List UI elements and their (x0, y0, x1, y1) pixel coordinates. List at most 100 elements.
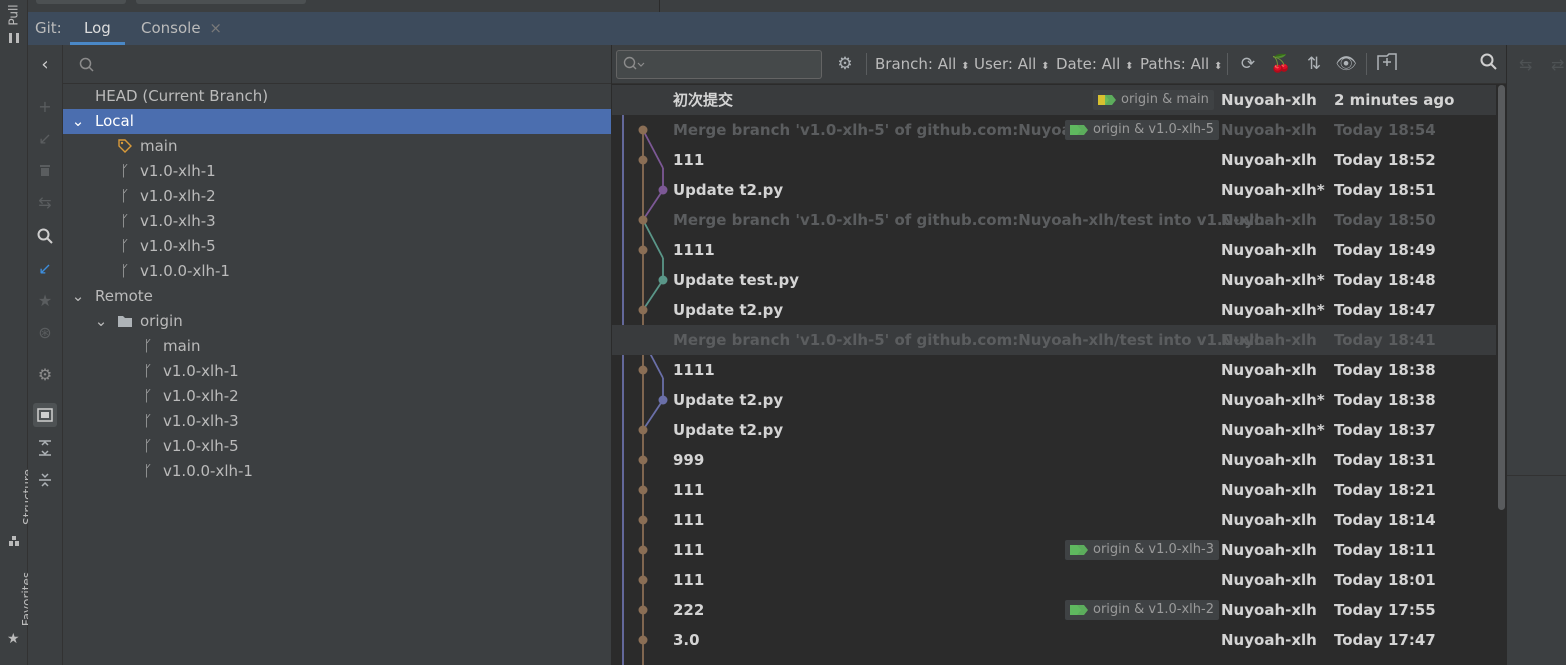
commit-date: Today 18:21 (1334, 481, 1436, 499)
sort-icon[interactable]: ⇅ (1303, 53, 1325, 75)
remote-branch[interactable]: ᚴ v1.0-xlh-5 (63, 434, 611, 459)
commit-row[interactable]: 222 origin & v1.0-xlh-2 Nuyoah-xlh Today 17… (612, 595, 1496, 625)
tag-icon (1098, 95, 1116, 105)
commit-row[interactable]: Merge branch 'v1.0-xlh-5' of github.com:… (612, 325, 1496, 355)
branch-ref-badge[interactable]: origin & main (1093, 90, 1214, 110)
refresh-icon[interactable]: ⟳ (1237, 53, 1259, 75)
left-tool-strip: Pull Structure Favorites ★ (0, 0, 35, 665)
ref-label: origin & v1.0-xlh-5 (1093, 122, 1214, 137)
group-by-icon[interactable] (33, 403, 57, 427)
favorites-tab[interactable]: Favorites (0, 568, 34, 632)
remote-branch[interactable]: ᚴ v1.0.0-xlh-1 (63, 459, 611, 484)
settings-gear-icon[interactable]: ⚙ (834, 53, 856, 75)
user-filter[interactable]: User: All ⬍ (974, 45, 1050, 83)
branch-icon: ᚴ (120, 262, 130, 280)
tab-log[interactable]: Log (70, 12, 125, 45)
tree-local[interactable]: ⌄ Local (63, 109, 611, 134)
branch-ref-badge[interactable]: origin & v1.0-xlh-5 (1065, 120, 1219, 140)
chevron-down-icon[interactable]: ⌄ (70, 284, 86, 309)
commit-row[interactable]: 1111 Nuyoah-xlh Today 18:49 (612, 235, 1496, 265)
expand-all-icon[interactable] (33, 436, 57, 460)
local-branch[interactable]: ᚴ v1.0.0-xlh-1 (63, 259, 611, 284)
cherry-pick-icon[interactable]: 🍒 (1270, 53, 1292, 75)
favorite-icon[interactable]: ★ (33, 288, 57, 312)
new-branch-icon[interactable]: + (33, 94, 57, 118)
pull-requests-tab[interactable]: Pull (0, 2, 27, 25)
commit-author: Nuyoah-xlh (1221, 451, 1317, 469)
branch-label: main (140, 137, 178, 155)
commit-message: 111 (673, 541, 705, 559)
commit-row[interactable]: 3.0 Nuyoah-xlh Today 17:47 (612, 625, 1496, 655)
commit-row[interactable]: 111 origin & v1.0-xlh-3 Nuyoah-xlh Today 18… (612, 535, 1496, 565)
commit-author: Nuyoah-xlh* (1221, 391, 1325, 409)
branch-ref-badge[interactable]: origin & v1.0-xlh-3 (1065, 540, 1219, 560)
settings-gear-icon[interactable]: ⚙ (33, 362, 57, 386)
remote-branch[interactable]: ᚴ v1.0-xlh-1 (63, 359, 611, 384)
branch-ref-badge[interactable]: origin & v1.0-xlh-2 (1065, 600, 1219, 620)
divider (1366, 53, 1367, 75)
update-icon[interactable]: ↙ (33, 126, 57, 150)
checkout-icon[interactable]: ↙ (33, 256, 57, 280)
tree-remote[interactable]: ⌄ Remote (63, 284, 611, 309)
commit-row[interactable]: Merge branch 'v1.0-xlh-5' of github.com:… (612, 205, 1496, 235)
close-icon[interactable]: × (209, 19, 222, 37)
local-branch[interactable]: ᚴ v1.0-xlh-2 (63, 184, 611, 209)
commit-author: Nuyoah-xlh (1221, 601, 1317, 619)
branch-filter[interactable]: Branch: All ⬍ (875, 45, 970, 83)
local-branch[interactable]: ᚴ v1.0-xlh-1 (63, 159, 611, 184)
chevron-down-icon[interactable]: ⌄ (70, 109, 86, 134)
collapse-all-icon[interactable] (33, 468, 57, 492)
commit-date: Today 17:55 (1334, 601, 1436, 619)
tree-origin[interactable]: ⌄ origin (63, 309, 611, 334)
branch-search-field[interactable] (63, 45, 611, 84)
commit-row[interactable]: 1111 Nuyoah-xlh Today 18:38 (612, 355, 1496, 385)
branch-icon: ᚴ (120, 162, 130, 180)
commit-row[interactable]: 111 Nuyoah-xlh Today 18:14 (612, 505, 1496, 535)
open-new-tab-icon[interactable] (1376, 53, 1398, 75)
remote-branch[interactable]: ᚴ v1.0-xlh-2 (63, 384, 611, 409)
commit-row[interactable]: Merge branch 'v1.0-xlh-5' of github.com:… (612, 115, 1496, 145)
commit-row[interactable]: Update t2.py Nuyoah-xlh* Today 18:38 (612, 385, 1496, 415)
local-branch-main[interactable]: main (63, 134, 611, 159)
commit-row[interactable]: 111 Nuyoah-xlh Today 18:52 (612, 145, 1496, 175)
local-branch[interactable]: ᚴ v1.0-xlh-5 (63, 234, 611, 259)
eye-icon[interactable]: 👁 (1335, 53, 1357, 75)
local-branch[interactable]: ᚴ v1.0-xlh-3 (63, 209, 611, 234)
compare-icon[interactable]: ⇆ (33, 190, 57, 214)
commit-row[interactable]: 初次提交 origin & main Nuyoah-xlh 2 minutes ago (612, 85, 1496, 115)
branch-icon: ᚴ (143, 337, 153, 355)
commit-row[interactable]: 111 Nuyoah-xlh Today 18:21 (612, 475, 1496, 505)
commit-message: 1111 (673, 241, 715, 259)
commit-row[interactable]: Update t2.py Nuyoah-xlh* Today 18:47 (612, 295, 1496, 325)
commit-row[interactable]: 999 Nuyoah-xlh Today 18:31 (612, 445, 1496, 475)
scrollbar-thumb[interactable] (1498, 85, 1505, 510)
search-icon[interactable] (33, 224, 57, 248)
remote-branch[interactable]: ᚴ v1.0-xlh-3 (63, 409, 611, 434)
commit-author: Nuyoah-xlh (1221, 511, 1317, 529)
commit-row[interactable]: Update t2.py Nuyoah-xlh* Today 18:37 (612, 415, 1496, 445)
remote-branch[interactable]: ᚴ main (63, 334, 611, 359)
commit-search-input[interactable] (616, 50, 822, 79)
navigate-icon[interactable]: ⊛ (33, 320, 57, 344)
diff-icon[interactable]: ⇄ (1551, 55, 1564, 74)
tab-console-label: Console (141, 19, 201, 37)
top-button-1[interactable] (36, 0, 126, 4)
commit-author: Nuyoah-xlh (1221, 631, 1317, 649)
collapse-panel-icon[interactable]: ‹ (33, 52, 57, 76)
search-icon[interactable] (1478, 53, 1500, 75)
tag-icon (117, 134, 133, 161)
paths-filter[interactable]: Paths: All ⬍ (1140, 45, 1222, 83)
commit-row[interactable]: Update t2.py Nuyoah-xlh* Today 18:51 (612, 175, 1496, 205)
branch-icon: ᚴ (120, 187, 130, 205)
tree-head[interactable]: HEAD (Current Branch) (63, 84, 611, 109)
tab-console[interactable]: Console × (141, 12, 222, 45)
compare-icon[interactable]: ⇆ (1519, 55, 1532, 74)
top-button-2[interactable] (136, 0, 306, 4)
structure-tab[interactable]: Structure (0, 462, 35, 532)
date-filter[interactable]: Date: All ⬍ (1056, 45, 1133, 83)
delete-icon[interactable] (33, 158, 57, 182)
commit-row[interactable]: Update test.py Nuyoah-xlh* Today 18:48 (612, 265, 1496, 295)
branch-label: main (163, 337, 201, 355)
chevron-down-icon[interactable]: ⌄ (93, 309, 109, 334)
commit-row[interactable]: 111 Nuyoah-xlh Today 18:01 (612, 565, 1496, 595)
